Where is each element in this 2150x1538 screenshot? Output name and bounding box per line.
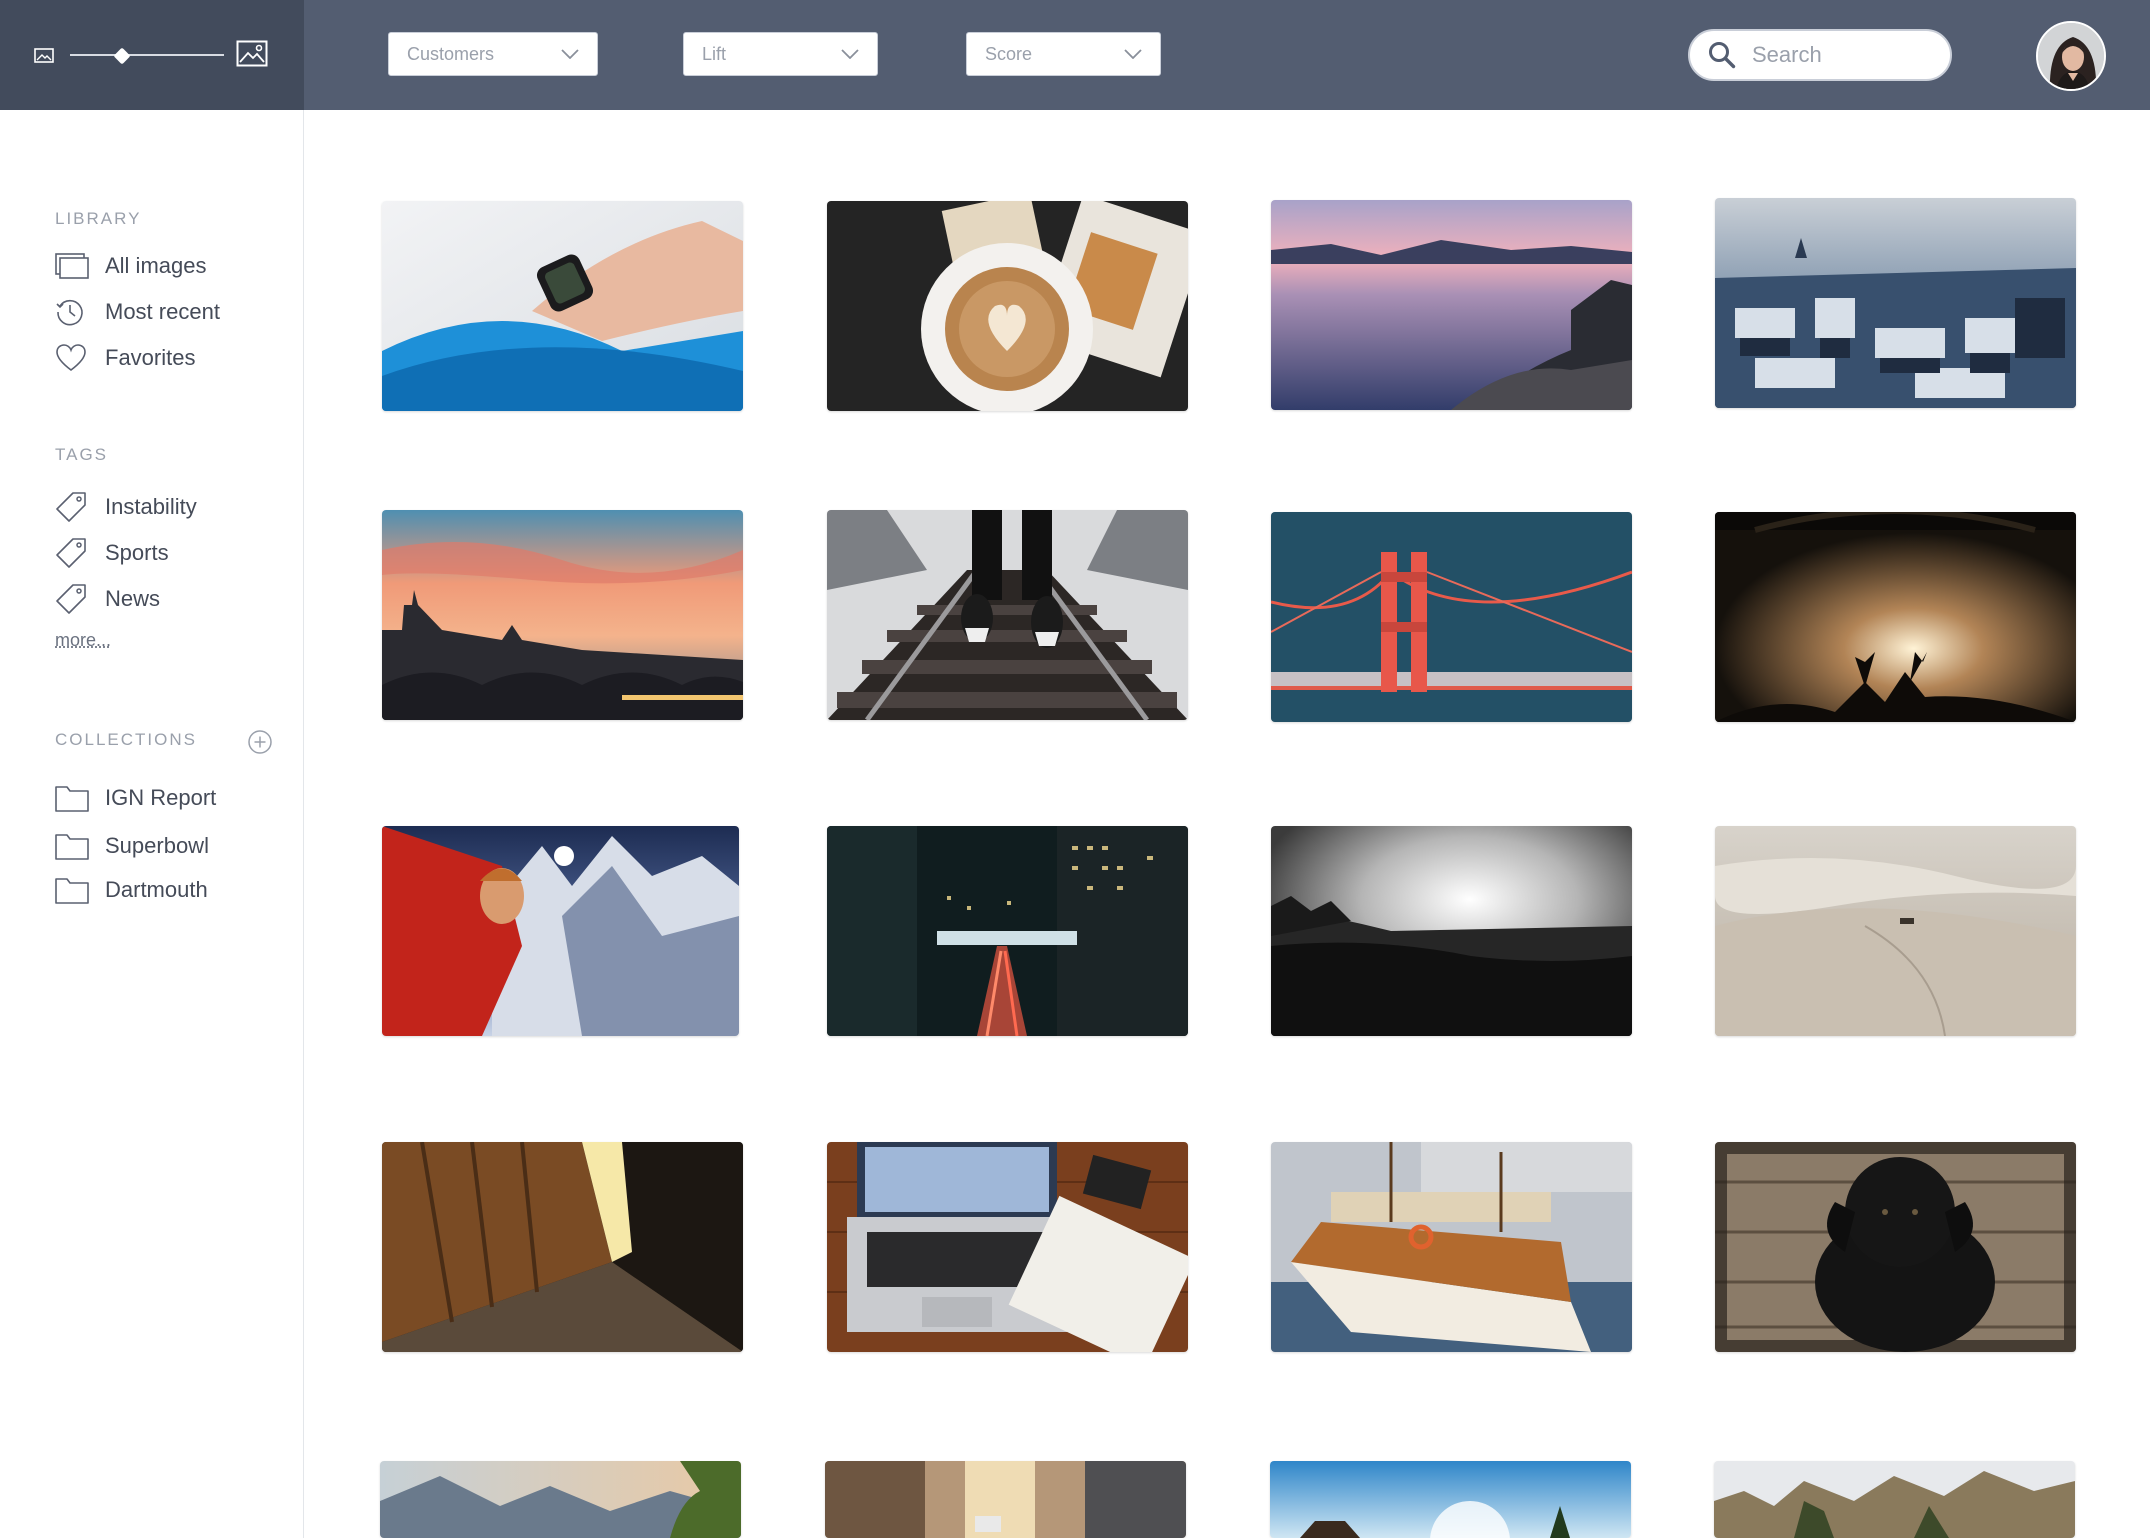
sidebar-item-all-images[interactable]: All images bbox=[55, 246, 206, 286]
image-thumbnail-laptop-desk[interactable] bbox=[827, 1142, 1188, 1352]
folder-icon bbox=[55, 878, 89, 904]
image-thumbnail-sailing-boat[interactable] bbox=[1271, 1142, 1632, 1352]
image-thumbnail-railway-feet[interactable] bbox=[827, 510, 1188, 720]
sidebar-item-most-recent[interactable]: Most recent bbox=[55, 292, 220, 332]
customers-dropdown-label: Customers bbox=[407, 43, 495, 64]
image-thumbnail-castle-sunset[interactable] bbox=[382, 510, 743, 720]
image-thumbnail-mountain-climber[interactable] bbox=[382, 826, 739, 1036]
thumbnail-size-control bbox=[0, 0, 304, 110]
small-image-icon[interactable] bbox=[34, 48, 54, 63]
library-section-title: LIBRARY bbox=[55, 209, 142, 228]
image-thumbnail-sunny-field[interactable] bbox=[1270, 1461, 1631, 1538]
chevron-down-icon bbox=[1124, 49, 1142, 59]
sidebar-item-label: IGN Report bbox=[105, 785, 217, 810]
gallery-icon bbox=[55, 253, 89, 279]
image-thumbnail-concert[interactable] bbox=[1715, 512, 2076, 722]
image-thumbnail-snowy-city[interactable] bbox=[1715, 198, 2076, 408]
image-thumbnail-lake-sunset[interactable] bbox=[1271, 200, 1632, 410]
sidebar: LIBRARY All images Most recent Favorites bbox=[0, 110, 304, 1538]
sidebar-item-label: Sports bbox=[105, 540, 169, 565]
tags-section-title: TAGS bbox=[55, 445, 109, 464]
image-thumbnail-black-puppy[interactable] bbox=[1715, 1142, 2076, 1352]
chevron-down-icon bbox=[561, 49, 579, 59]
folder-icon bbox=[55, 786, 89, 812]
lift-dropdown-label: Lift bbox=[702, 43, 727, 64]
tags-more-link[interactable]: more... bbox=[55, 630, 111, 651]
folder-icon bbox=[55, 834, 89, 860]
top-bar: Customers Lift Score bbox=[0, 0, 2150, 110]
image-thumbnail-city-street[interactable] bbox=[825, 1461, 1186, 1538]
sidebar-item-label: Dartmouth bbox=[105, 877, 208, 902]
image-thumbnail-bw-landscape[interactable] bbox=[1271, 826, 1632, 1036]
tag-icon bbox=[56, 584, 86, 614]
image-thumbnail-golden-gate-aerial[interactable] bbox=[1271, 512, 1632, 722]
image-thumbnail-latte[interactable] bbox=[827, 201, 1188, 411]
image-thumbnail-smartwatch[interactable] bbox=[382, 201, 743, 411]
zoom-slider-handle[interactable] bbox=[113, 47, 131, 65]
sidebar-item-ign-report[interactable]: IGN Report bbox=[55, 778, 216, 818]
score-dropdown-label: Score bbox=[985, 43, 1033, 64]
sidebar-item-dartmouth[interactable]: Dartmouth bbox=[55, 870, 208, 910]
sidebar-item-label: Favorites bbox=[105, 345, 196, 370]
search-input[interactable] bbox=[1752, 42, 1932, 68]
image-thumbnail-city-night[interactable] bbox=[827, 826, 1188, 1036]
chevron-down-icon bbox=[841, 49, 859, 59]
image-thumbnail-lake-mountains[interactable] bbox=[380, 1461, 741, 1538]
image-thumbnail-desert-dunes[interactable] bbox=[1715, 826, 2076, 1036]
sidebar-item-sports[interactable]: Sports bbox=[55, 533, 169, 573]
sidebar-item-label: News bbox=[105, 586, 161, 611]
sidebar-item-instability[interactable]: Instability bbox=[55, 487, 197, 527]
sidebar-item-label: All images bbox=[105, 253, 207, 278]
image-thumbnail-corridor[interactable] bbox=[382, 1142, 743, 1352]
heart-icon bbox=[56, 344, 86, 372]
add-collection-icon[interactable] bbox=[247, 729, 273, 755]
sidebar-item-label: Instability bbox=[105, 494, 197, 519]
image-thumbnail-rock-formations[interactable] bbox=[1714, 1461, 2075, 1538]
search-box bbox=[1688, 29, 1952, 81]
sidebar-item-label: Superbowl bbox=[105, 833, 209, 858]
lift-dropdown[interactable]: Lift bbox=[683, 32, 878, 76]
collections-section-title: COLLECTIONS bbox=[55, 730, 197, 749]
search-icon bbox=[1709, 42, 1736, 69]
large-image-icon[interactable] bbox=[236, 40, 268, 67]
user-avatar[interactable] bbox=[2036, 21, 2106, 91]
tag-icon bbox=[56, 492, 86, 522]
zoom-slider-track[interactable] bbox=[70, 54, 224, 56]
customers-dropdown[interactable]: Customers bbox=[388, 32, 598, 76]
sidebar-item-superbowl[interactable]: Superbowl bbox=[55, 826, 209, 866]
score-dropdown[interactable]: Score bbox=[966, 32, 1161, 76]
clock-icon bbox=[56, 299, 83, 326]
sidebar-item-label: Most recent bbox=[105, 299, 220, 324]
sidebar-item-favorites[interactable]: Favorites bbox=[55, 338, 195, 378]
sidebar-item-news[interactable]: News bbox=[55, 579, 160, 619]
tag-icon bbox=[56, 538, 86, 568]
